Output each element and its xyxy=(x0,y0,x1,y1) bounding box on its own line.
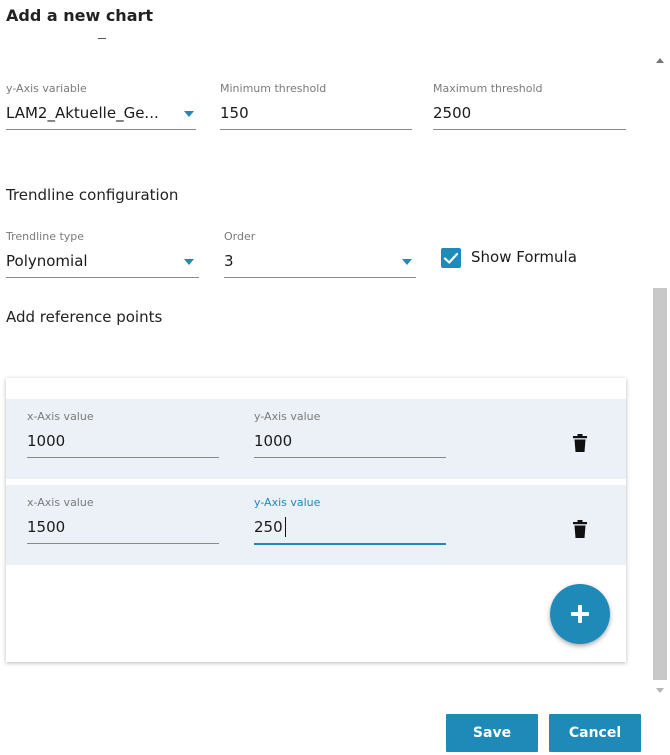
order-value: 3 xyxy=(224,252,234,270)
y-axis-variable-value: LAM2_Aktuelle_Ge... xyxy=(6,104,159,122)
show-formula-label[interactable]: Show Formula xyxy=(471,248,577,266)
maximum-threshold-label: Maximum threshold xyxy=(433,82,543,95)
x-axis-value: 1000 xyxy=(27,432,66,450)
order-label: Order xyxy=(224,230,256,243)
scrollbar-thumb[interactable] xyxy=(653,288,667,680)
y-axis-value-input[interactable]: 1000 xyxy=(254,428,446,458)
trendline-type-value: Polynomial xyxy=(6,252,88,270)
cancel-button[interactable]: Cancel xyxy=(549,714,641,752)
checkmark-icon xyxy=(443,252,459,264)
x-axis-value-label: x-Axis value xyxy=(27,410,94,423)
y-axis-value-label: y-Axis value xyxy=(254,410,321,423)
trash-icon[interactable] xyxy=(573,520,587,538)
divider-mark xyxy=(98,38,106,39)
x-axis-value-input[interactable]: 1500 xyxy=(27,514,219,544)
minimum-threshold-input[interactable]: 150 xyxy=(220,100,412,130)
chevron-down-icon xyxy=(184,259,194,265)
field-underline xyxy=(27,543,219,544)
trendline-type-select[interactable]: Polynomial xyxy=(6,248,199,278)
field-underline xyxy=(27,457,219,458)
x-axis-value: 1500 xyxy=(27,518,66,536)
minimum-threshold-value: 150 xyxy=(220,104,249,122)
chevron-down-icon xyxy=(402,259,412,265)
trendline-section-heading: Trendline configuration xyxy=(6,186,179,204)
text-cursor xyxy=(285,517,286,537)
add-reference-point-button[interactable] xyxy=(550,584,610,644)
maximum-threshold-input[interactable]: 2500 xyxy=(433,100,626,130)
dialog-title: Add a new chart xyxy=(6,6,154,25)
y-axis-value-input[interactable]: 250 xyxy=(254,514,446,545)
trash-icon[interactable] xyxy=(573,434,587,452)
y-axis-value-label: y-Axis value xyxy=(254,496,321,509)
field-underline xyxy=(220,129,412,130)
scroll-down-icon[interactable] xyxy=(656,688,664,693)
scroll-up-icon[interactable] xyxy=(656,58,664,63)
save-button[interactable]: Save xyxy=(446,714,538,752)
plus-icon xyxy=(571,605,589,623)
field-underline-focused xyxy=(254,543,446,545)
show-formula-checkbox[interactable] xyxy=(441,248,461,268)
field-underline xyxy=(433,129,626,130)
minimum-threshold-label: Minimum threshold xyxy=(220,82,327,95)
x-axis-value-input[interactable]: 1000 xyxy=(27,428,219,458)
y-axis-value: 250 xyxy=(254,518,283,536)
chevron-down-icon xyxy=(184,111,194,117)
field-underline xyxy=(224,277,416,278)
order-select[interactable]: 3 xyxy=(224,248,416,278)
field-underline xyxy=(6,129,196,130)
field-underline xyxy=(6,277,199,278)
y-axis-variable-select[interactable]: LAM2_Aktuelle_Ge... xyxy=(6,100,196,130)
reference-section-heading: Add reference points xyxy=(6,308,163,326)
y-axis-value: 1000 xyxy=(254,432,293,450)
y-axis-variable-label: y-Axis variable xyxy=(6,82,87,95)
trendline-type-label: Trendline type xyxy=(6,230,85,243)
field-underline xyxy=(254,457,446,458)
maximum-threshold-value: 2500 xyxy=(433,104,472,122)
x-axis-value-label: x-Axis value xyxy=(27,496,94,509)
